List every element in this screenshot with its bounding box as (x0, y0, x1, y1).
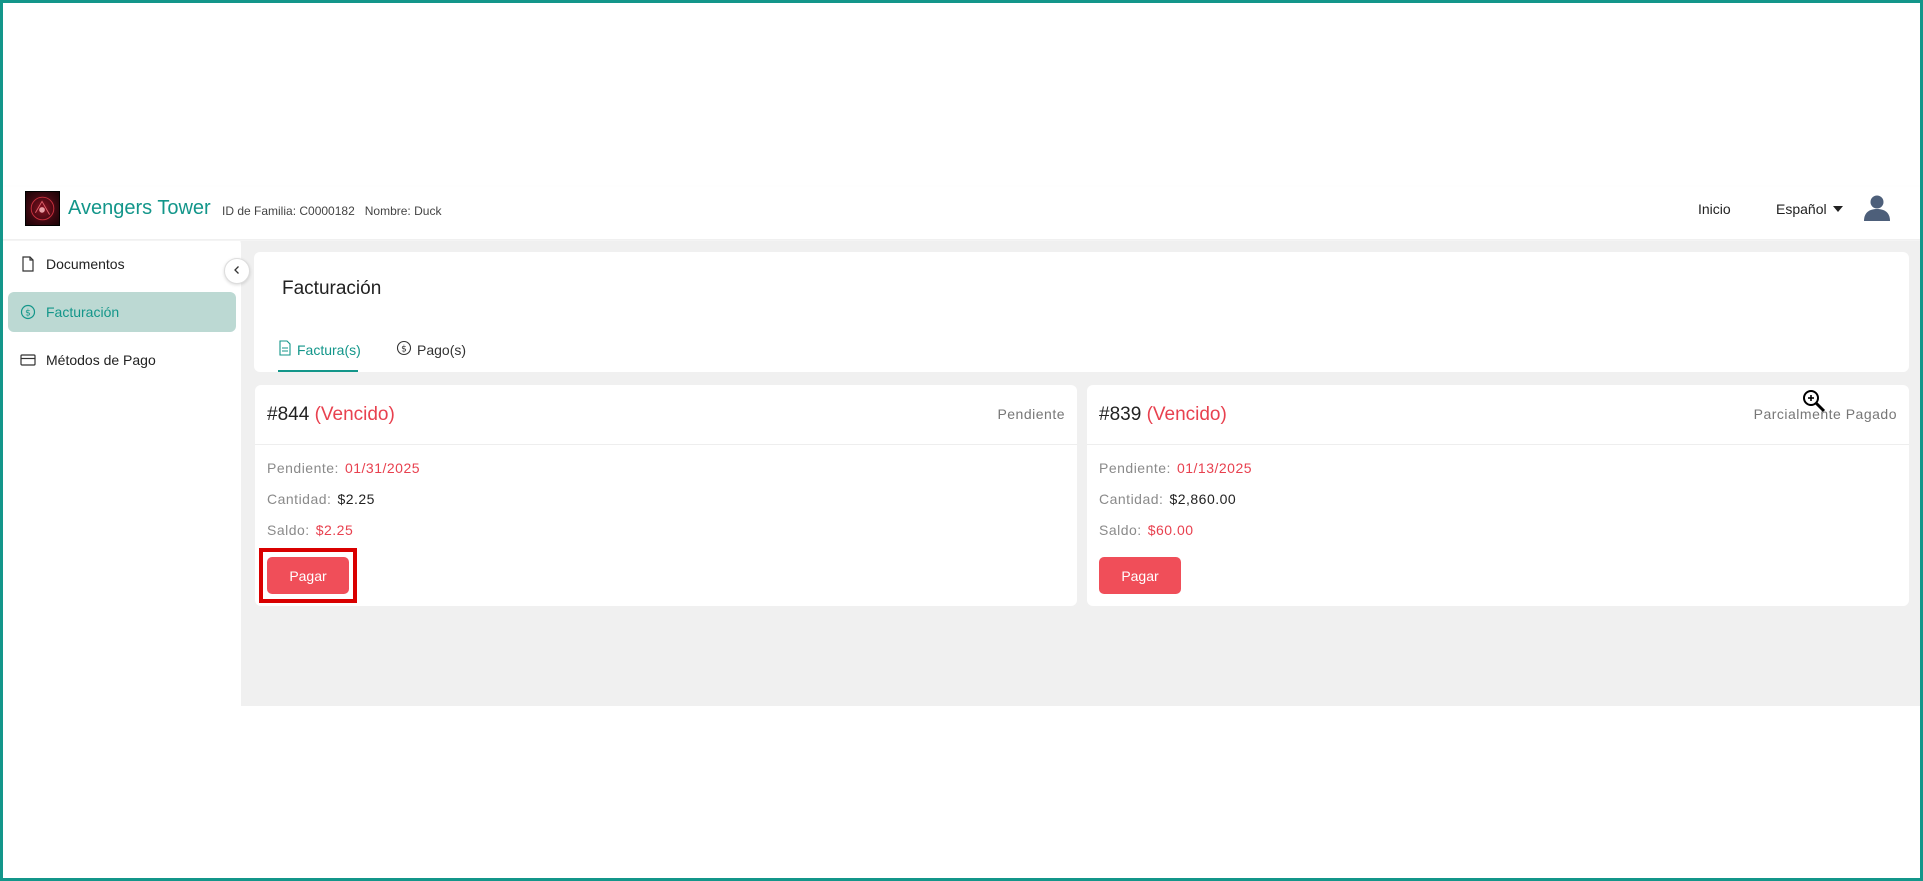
sidebar-item-label: Facturación (46, 304, 120, 320)
caret-down-icon (1832, 206, 1843, 212)
brand-name[interactable]: Avengers Tower (68, 197, 211, 220)
due-date-row: Pendiente: 01/13/2025 (1099, 460, 1252, 476)
invoice-icon (278, 340, 292, 359)
family-id: ID de Familia: C0000182 (222, 204, 355, 218)
amount-value: $2,860.00 (1169, 491, 1237, 507)
invoice-id: #839 (1099, 404, 1142, 425)
brand-logo-icon[interactable] (25, 191, 60, 226)
balance-value: $2.25 (315, 522, 354, 538)
sidebar-item-documentos[interactable]: Documentos (8, 244, 236, 284)
pay-button[interactable]: Pagar (1099, 557, 1181, 594)
user-avatar-icon[interactable] (1862, 193, 1892, 223)
sidebar-item-label: Métodos de Pago (46, 352, 156, 368)
sidebar-item-facturacion[interactable]: $ Facturación (8, 292, 236, 332)
dollar-circle-icon: $ (20, 304, 36, 320)
amount-label: Cantidad: (1099, 491, 1164, 507)
invoice-card-header: #839 (Vencido) Parcialmente Pagado (1087, 385, 1909, 445)
tab-label: Pago(s) (417, 341, 467, 358)
svg-text:$: $ (25, 309, 31, 319)
svg-text:$: $ (401, 345, 407, 355)
balance-label: Saldo: (267, 522, 310, 538)
dollar-circle-icon: $ (396, 340, 412, 359)
balance-value: $60.00 (1147, 522, 1194, 538)
amount-row: Cantidad: $2,860.00 (1099, 491, 1236, 507)
due-date: 01/31/2025 (344, 460, 421, 476)
balance-row: Saldo: $2.25 (267, 522, 353, 538)
balance-row: Saldo: $60.00 (1099, 522, 1194, 538)
family-info: ID de Familia: C0000182 Nombre: Duck (222, 204, 441, 218)
sidebar-collapse-button[interactable] (224, 258, 250, 284)
invoice-number: #839 (Vencido) (1099, 404, 1227, 426)
balance-label: Saldo: (1099, 522, 1142, 538)
credit-card-icon (20, 352, 36, 368)
overdue-label: (Vencido) (1146, 404, 1227, 425)
tab-payments[interactable]: $ Pago(s) (396, 340, 466, 359)
sidebar-item-metodos-de-pago[interactable]: Métodos de Pago (8, 340, 236, 380)
invoice-card: #839 (Vencido) Parcialmente Pagado Pendi… (1087, 385, 1909, 606)
amount-value: $2.25 (337, 491, 375, 507)
due-label: Pendiente: (1099, 460, 1171, 476)
language-label: Español (1776, 201, 1827, 217)
document-icon (20, 256, 36, 272)
active-tab-indicator (278, 370, 358, 372)
due-date-row: Pendiente: 01/31/2025 (267, 460, 420, 476)
invoice-card: #844 (Vencido) Pendiente Pendiente: 01/31… (255, 385, 1077, 606)
amount-row: Cantidad: $2.25 (267, 491, 375, 507)
nav-home-link[interactable]: Inicio (1698, 201, 1731, 217)
invoice-card-header: #844 (Vencido) Pendiente (255, 385, 1077, 445)
overdue-label: (Vencido) (314, 404, 395, 425)
due-date: 01/13/2025 (1176, 460, 1253, 476)
invoice-status: Pendiente (997, 406, 1065, 422)
pay-button[interactable]: Pagar (267, 557, 349, 594)
due-label: Pendiente: (267, 460, 339, 476)
tab-label: Factura(s) (297, 341, 361, 358)
chevron-left-icon (232, 262, 242, 280)
language-dropdown[interactable]: Español (1776, 201, 1843, 217)
family-name: Nombre: Duck (364, 204, 442, 218)
invoice-id: #844 (267, 404, 310, 425)
sidebar-item-label: Documentos (46, 256, 125, 272)
invoice-number: #844 (Vencido) (267, 404, 395, 426)
top-header: Avengers Tower ID de Familia: C0000182 N… (0, 187, 1923, 239)
tab-invoices[interactable]: Factura(s) (278, 340, 361, 359)
zoom-cursor-icon (1801, 388, 1827, 414)
page-title: Facturación (282, 278, 382, 299)
amount-label: Cantidad: (267, 491, 332, 507)
billing-header-card: Facturación Factura(s) $ Pago(s) (254, 252, 1909, 372)
